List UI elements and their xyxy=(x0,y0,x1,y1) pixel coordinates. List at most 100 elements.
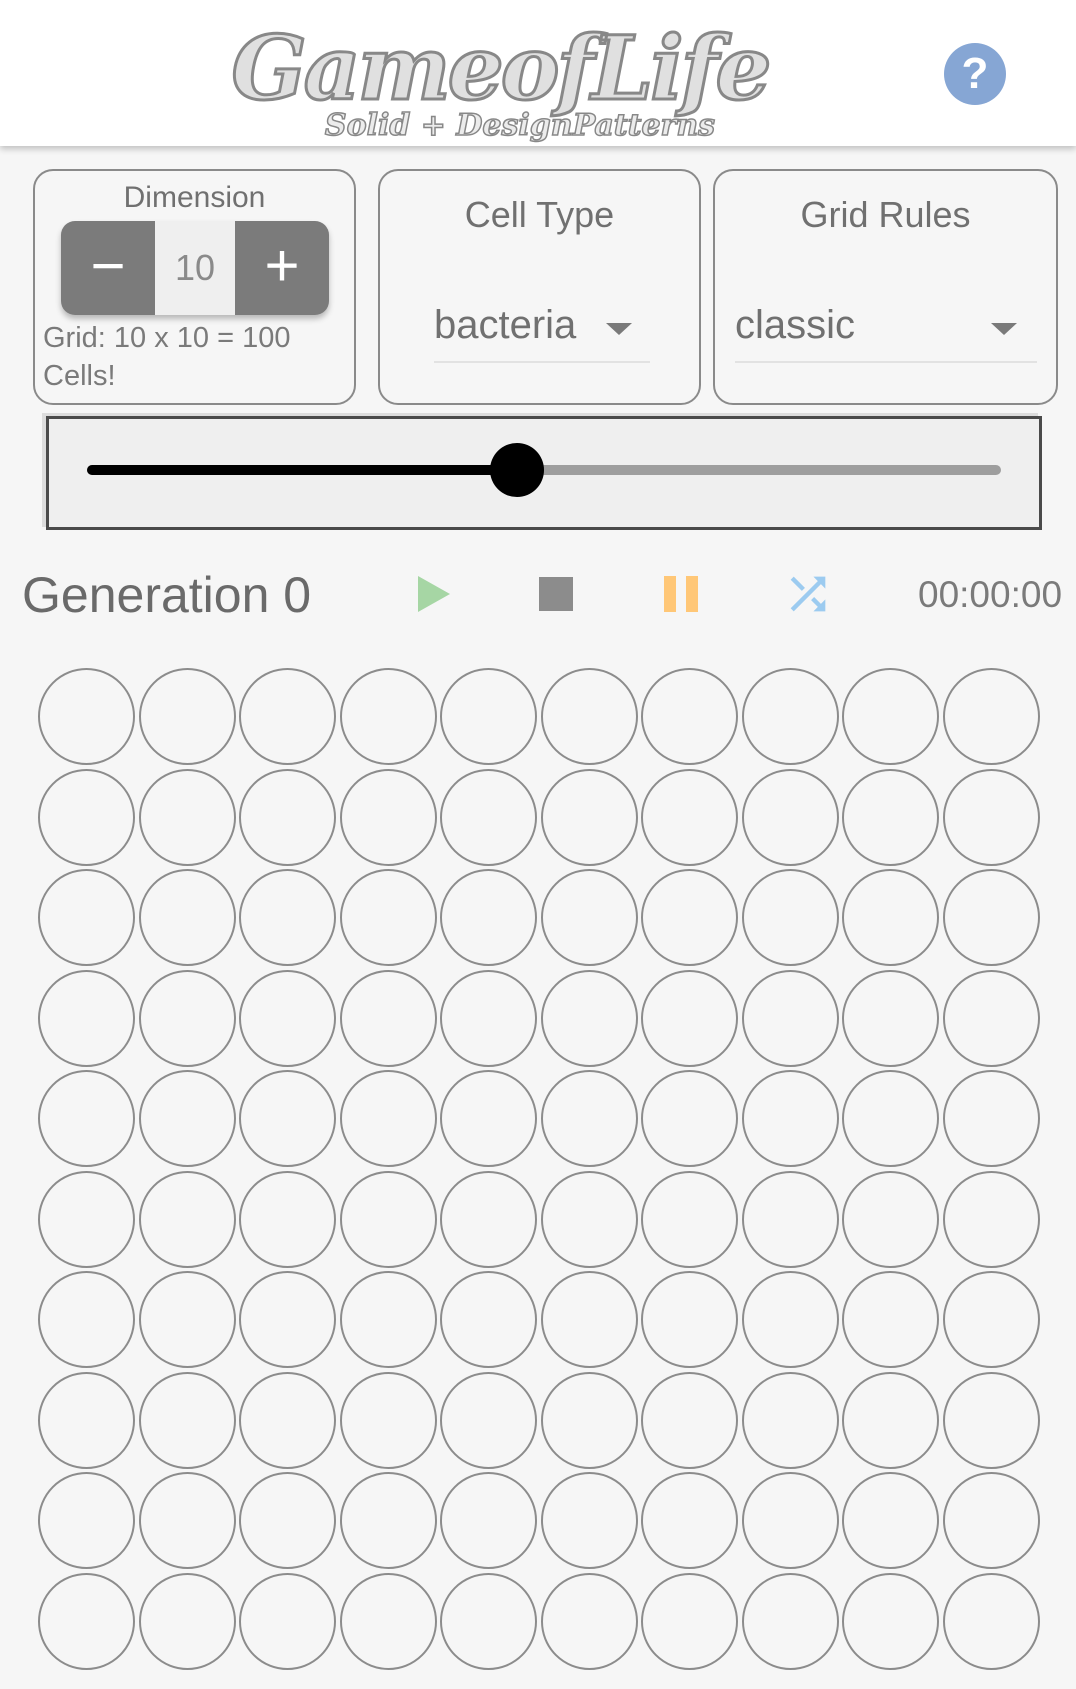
grid-cell[interactable] xyxy=(440,1271,537,1368)
grid-cell[interactable] xyxy=(239,1271,336,1368)
grid-cell[interactable] xyxy=(440,768,537,866)
grid-cell[interactable] xyxy=(641,768,738,866)
grid-cell[interactable] xyxy=(440,668,537,765)
speed-slider-thumb[interactable] xyxy=(489,443,544,497)
grid-cell[interactable] xyxy=(38,1170,135,1268)
grid-cell[interactable] xyxy=(38,969,135,1067)
help-button[interactable]: ? xyxy=(944,43,1006,105)
grid-cell[interactable] xyxy=(138,1572,236,1670)
grid-cell[interactable] xyxy=(339,869,437,966)
grid-cell[interactable] xyxy=(339,1070,437,1167)
grid-cell[interactable] xyxy=(540,1472,638,1569)
play-button[interactable] xyxy=(406,568,458,620)
grid-cell[interactable] xyxy=(942,768,1040,866)
grid-cell[interactable] xyxy=(942,1572,1040,1670)
grid-cell[interactable] xyxy=(641,869,738,966)
grid-cell[interactable] xyxy=(741,969,839,1067)
grid-cell[interactable] xyxy=(239,768,336,866)
grid-cell[interactable] xyxy=(641,969,738,1067)
grid-cell[interactable] xyxy=(540,869,638,966)
grid-cell[interactable] xyxy=(842,1472,939,1569)
grid-cell[interactable] xyxy=(942,1472,1040,1569)
grid-cell[interactable] xyxy=(540,1271,638,1368)
grid-cell[interactable] xyxy=(138,1070,236,1167)
grid-cell[interactable] xyxy=(641,1170,738,1268)
grid-cell[interactable] xyxy=(440,1070,537,1167)
grid-cell[interactable] xyxy=(339,1472,437,1569)
grid-cell[interactable] xyxy=(842,668,939,765)
grid-cell[interactable] xyxy=(339,668,437,765)
grid-cell[interactable] xyxy=(942,668,1040,765)
grid-cell[interactable] xyxy=(138,1271,236,1368)
grid-cell[interactable] xyxy=(38,768,135,866)
grid-cell[interactable] xyxy=(641,1472,738,1569)
grid-cell[interactable] xyxy=(741,1271,839,1368)
grid-cell[interactable] xyxy=(842,1271,939,1368)
grid-cell[interactable] xyxy=(540,1572,638,1670)
grid-cell[interactable] xyxy=(38,1371,135,1469)
grid-cell[interactable] xyxy=(239,1572,336,1670)
grid-cell[interactable] xyxy=(138,969,236,1067)
grid-cell[interactable] xyxy=(38,1572,135,1670)
grid-cell[interactable] xyxy=(138,668,236,765)
pause-button[interactable] xyxy=(656,568,708,620)
grid-cell[interactable] xyxy=(741,768,839,866)
dimension-minus-button[interactable]: − xyxy=(61,221,155,315)
grid-cell[interactable] xyxy=(339,969,437,1067)
grid-cell[interactable] xyxy=(842,1070,939,1167)
grid-cell[interactable] xyxy=(339,1572,437,1670)
dimension-plus-button[interactable]: + xyxy=(235,221,329,315)
grid-cell[interactable] xyxy=(540,1170,638,1268)
grid-cell[interactable] xyxy=(38,1070,135,1167)
grid-cell[interactable] xyxy=(239,1371,336,1469)
grid-cell[interactable] xyxy=(239,1070,336,1167)
grid-cell[interactable] xyxy=(38,1472,135,1569)
grid-cell[interactable] xyxy=(540,1371,638,1469)
grid-cell[interactable] xyxy=(842,1371,939,1469)
grid-cell[interactable] xyxy=(339,1371,437,1469)
grid-cell[interactable] xyxy=(942,1371,1040,1469)
grid-cell[interactable] xyxy=(239,1472,336,1569)
grid-cell[interactable] xyxy=(842,768,939,866)
grid-cell[interactable] xyxy=(741,1572,839,1670)
grid-cell[interactable] xyxy=(138,1371,236,1469)
grid-cell[interactable] xyxy=(138,768,236,866)
grid-cell[interactable] xyxy=(942,869,1040,966)
grid-cell[interactable] xyxy=(440,1572,537,1670)
grid-cell[interactable] xyxy=(741,869,839,966)
grid-cell[interactable] xyxy=(641,1271,738,1368)
cell-type-select[interactable]: bacteria xyxy=(434,289,650,363)
grid-cell[interactable] xyxy=(741,1070,839,1167)
grid-cell[interactable] xyxy=(641,1371,738,1469)
grid-cell[interactable] xyxy=(440,869,537,966)
grid-cell[interactable] xyxy=(440,1371,537,1469)
grid-cell[interactable] xyxy=(641,668,738,765)
grid-cell[interactable] xyxy=(339,1271,437,1368)
grid-cell[interactable] xyxy=(842,969,939,1067)
grid-cell[interactable] xyxy=(38,668,135,765)
grid-cell[interactable] xyxy=(540,668,638,765)
shuffle-button[interactable] xyxy=(782,568,834,620)
grid-cell[interactable] xyxy=(942,1070,1040,1167)
grid-cell[interactable] xyxy=(641,1070,738,1167)
stop-button[interactable] xyxy=(530,568,582,620)
grid-cell[interactable] xyxy=(942,969,1040,1067)
grid-cell[interactable] xyxy=(741,1170,839,1268)
grid-cell[interactable] xyxy=(38,1271,135,1368)
grid-cell[interactable] xyxy=(339,1170,437,1268)
grid-cell[interactable] xyxy=(842,1170,939,1268)
grid-cell[interactable] xyxy=(239,1170,336,1268)
grid-cell[interactable] xyxy=(440,969,537,1067)
grid-cell[interactable] xyxy=(942,1271,1040,1368)
grid-rules-select[interactable]: classic xyxy=(735,289,1037,363)
grid-cell[interactable] xyxy=(741,1371,839,1469)
grid-cell[interactable] xyxy=(239,969,336,1067)
grid-cell[interactable] xyxy=(239,869,336,966)
grid-cell[interactable] xyxy=(641,1572,738,1670)
grid-cell[interactable] xyxy=(540,768,638,866)
grid-cell[interactable] xyxy=(138,869,236,966)
grid-cell[interactable] xyxy=(842,869,939,966)
grid-cell[interactable] xyxy=(842,1572,939,1670)
grid-cell[interactable] xyxy=(138,1170,236,1268)
grid-cell[interactable] xyxy=(741,668,839,765)
